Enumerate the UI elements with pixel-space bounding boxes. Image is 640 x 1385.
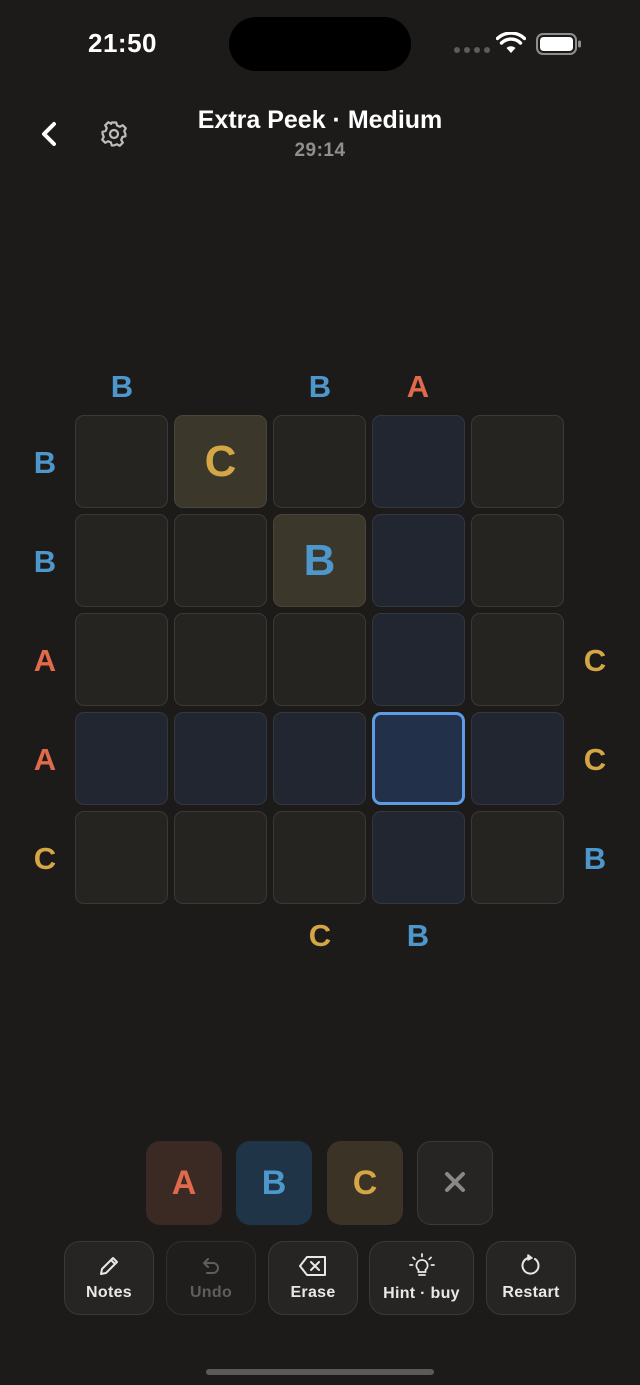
left-clue-2: B	[33, 544, 57, 579]
top-clue-3: B	[308, 369, 332, 404]
bottom-clue-4: B	[406, 918, 430, 953]
puzzle-grid: C B	[75, 415, 566, 906]
erase-icon	[298, 1254, 328, 1278]
grid-cell[interactable]	[273, 613, 366, 706]
undo-button[interactable]: Undo	[166, 1241, 256, 1315]
grid-cell[interactable]	[372, 415, 465, 508]
grid-cell[interactable]	[75, 613, 168, 706]
grid-cell[interactable]	[273, 712, 366, 805]
undo-icon	[199, 1254, 223, 1278]
home-indicator	[206, 1369, 434, 1375]
status-time: 21:50	[88, 28, 157, 58]
grid-cell[interactable]	[174, 613, 267, 706]
left-clue-1: B	[33, 445, 57, 480]
erase-label: Erase	[290, 1284, 336, 1301]
status-bar: 21:50	[0, 0, 640, 90]
restart-icon	[519, 1254, 543, 1278]
pick-a-button[interactable]: A	[146, 1141, 222, 1225]
wifi-icon	[495, 31, 527, 59]
battery-icon	[536, 33, 582, 60]
lightbulb-icon	[408, 1253, 436, 1279]
grid-cell[interactable]	[471, 811, 564, 904]
grid-cell[interactable]: B	[273, 514, 366, 607]
pencil-icon	[97, 1254, 121, 1278]
undo-label: Undo	[189, 1284, 233, 1301]
cellular-signal-icon	[454, 47, 490, 53]
restart-label: Restart	[502, 1284, 560, 1301]
notes-button[interactable]: Notes	[64, 1241, 154, 1315]
grid-cell[interactable]	[471, 415, 564, 508]
grid-cell[interactable]: C	[174, 415, 267, 508]
bottom-clue-3: C	[308, 918, 332, 953]
grid-cell[interactable]	[471, 514, 564, 607]
hint-label: Hint · buy	[383, 1285, 460, 1302]
left-clue-3: A	[33, 643, 57, 678]
pick-b-button[interactable]: B	[236, 1141, 312, 1225]
grid-cell[interactable]	[273, 811, 366, 904]
right-clue-4: C	[583, 742, 607, 777]
dynamic-island	[229, 17, 411, 71]
grid-cell[interactable]	[174, 811, 267, 904]
left-clue-5: C	[33, 841, 57, 876]
grid-cell[interactable]	[273, 415, 366, 508]
erase-button[interactable]: Erase	[268, 1241, 358, 1315]
grid-cell[interactable]	[75, 712, 168, 805]
top-clue-4: A	[406, 369, 430, 404]
grid-cell[interactable]	[372, 514, 465, 607]
restart-button[interactable]: Restart	[486, 1241, 576, 1315]
puzzle-title: Extra Peek · Medium	[197, 106, 443, 134]
selected-grid-cell[interactable]	[372, 712, 465, 805]
hint-button[interactable]: Hint · buy	[369, 1241, 474, 1315]
top-clue-1: B	[110, 369, 134, 404]
grid-cell[interactable]	[372, 811, 465, 904]
left-clue-4: A	[33, 742, 57, 777]
notes-label: Notes	[86, 1284, 132, 1301]
grid-cell[interactable]	[471, 613, 564, 706]
grid-cell[interactable]	[75, 514, 168, 607]
grid-cell[interactable]	[372, 613, 465, 706]
grid-cell[interactable]	[174, 712, 267, 805]
clear-cell-button[interactable]	[417, 1141, 493, 1225]
elapsed-timer: 29:14	[294, 140, 346, 161]
close-icon	[443, 1164, 467, 1203]
nav-header: Extra Peek · Medium 29:14	[0, 100, 640, 170]
grid-cell[interactable]	[75, 415, 168, 508]
pick-c-button[interactable]: C	[327, 1141, 403, 1225]
grid-cell[interactable]	[75, 811, 168, 904]
grid-cell[interactable]	[174, 514, 267, 607]
right-clue-3: C	[583, 643, 607, 678]
right-clue-5: B	[583, 841, 607, 876]
grid-cell[interactable]	[471, 712, 564, 805]
